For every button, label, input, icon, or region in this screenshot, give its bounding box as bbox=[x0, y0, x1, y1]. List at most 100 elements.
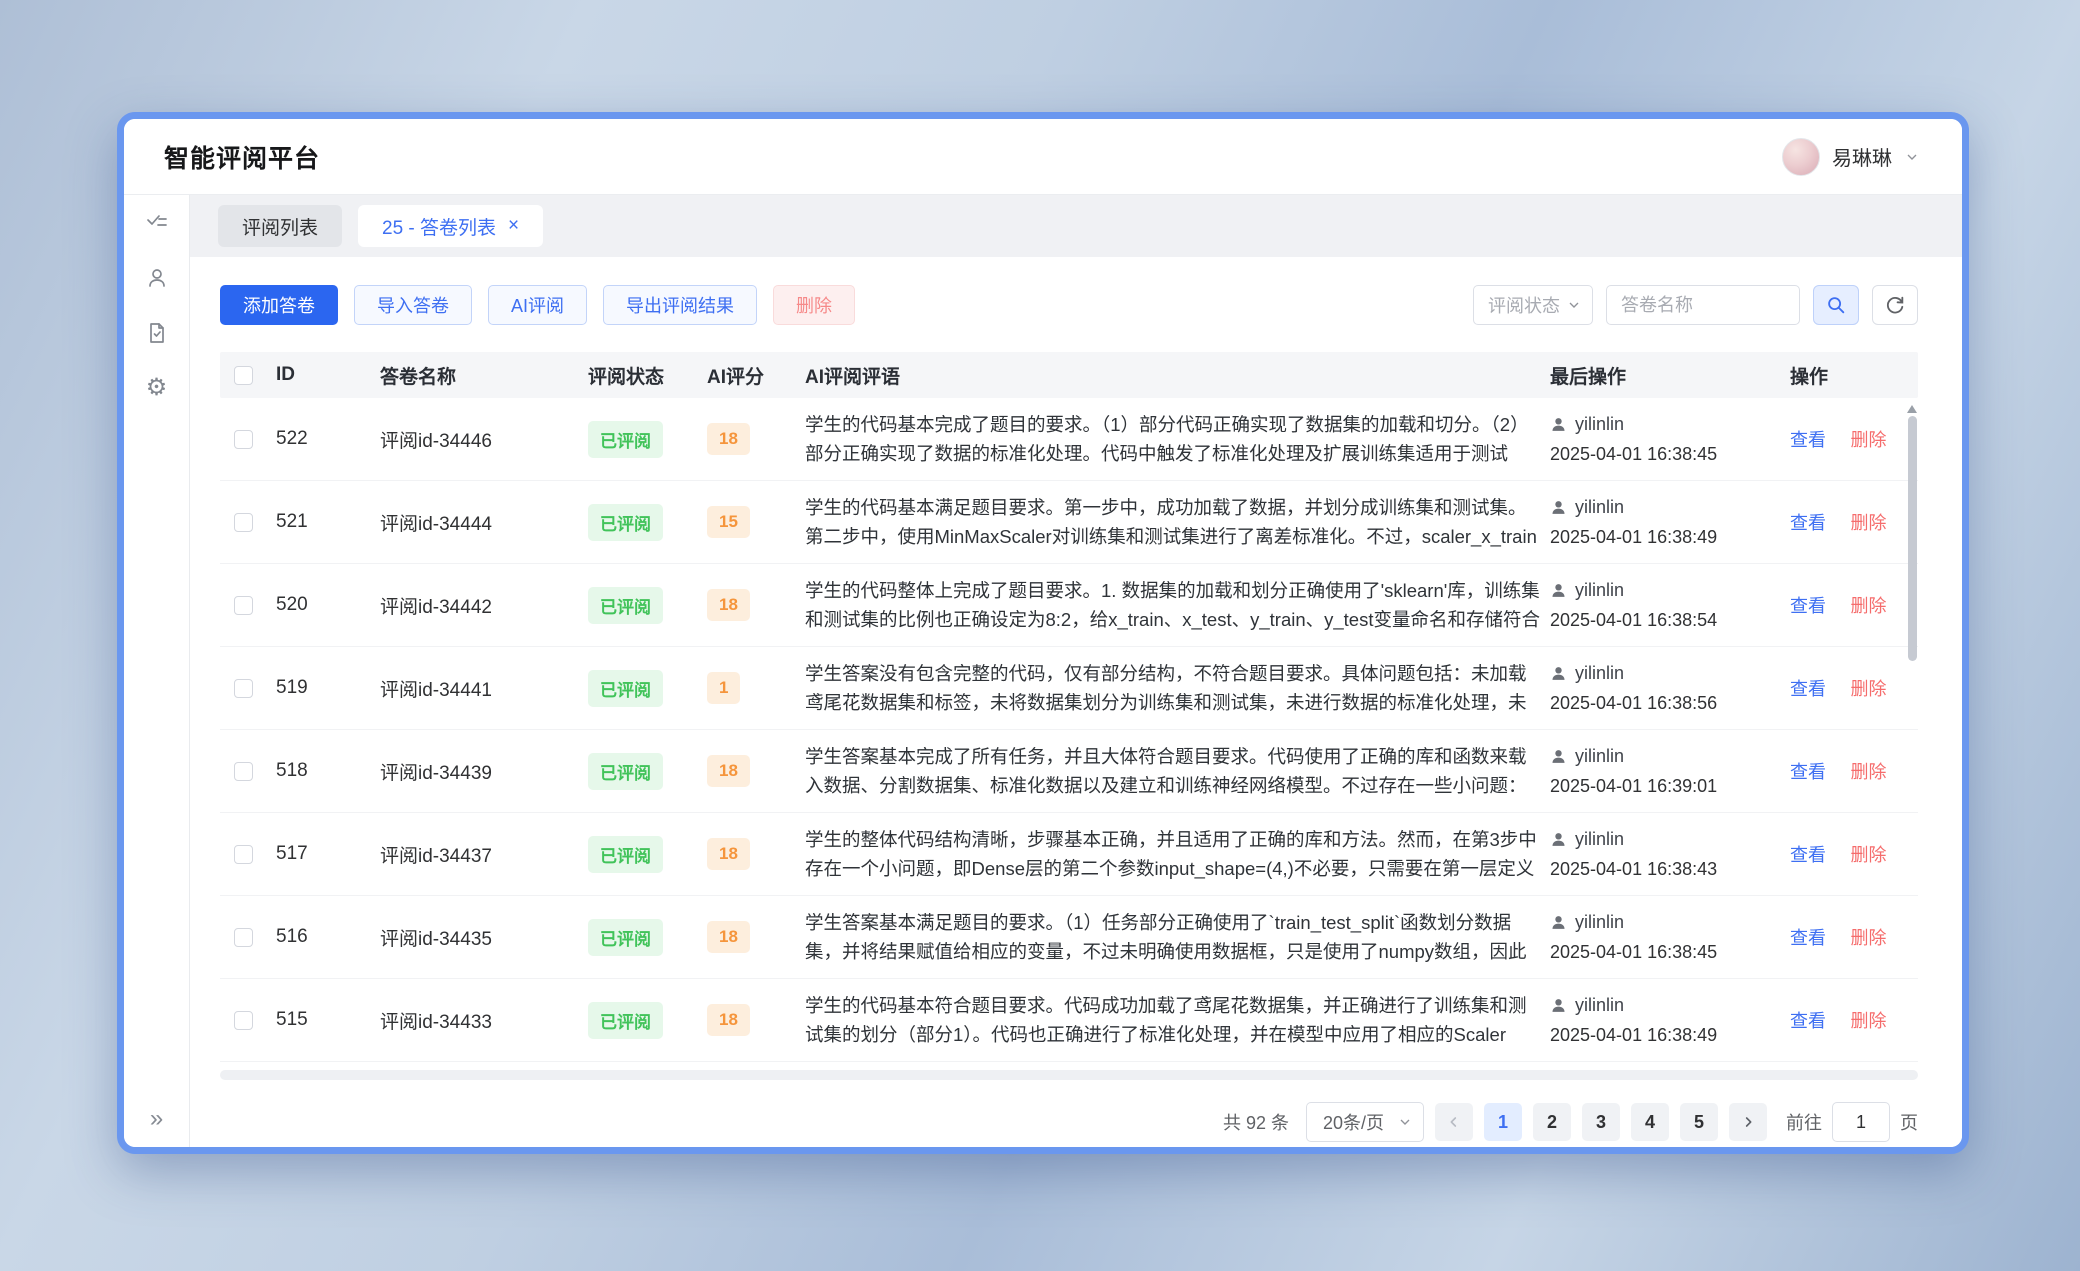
status-badge: 已评阅 bbox=[588, 753, 663, 790]
view-link[interactable]: 查看 bbox=[1790, 679, 1826, 699]
app-window: 智能评阅平台 易琳琳 ⚙ » 评阅列表 25 - 答卷列表 × bbox=[117, 112, 1969, 1154]
search-button[interactable] bbox=[1813, 285, 1859, 325]
page-button-5[interactable]: 5 bbox=[1680, 1103, 1718, 1141]
delete-link[interactable]: 删除 bbox=[1850, 430, 1886, 450]
delete-link[interactable]: 删除 bbox=[1850, 845, 1886, 865]
delete-link[interactable]: 删除 bbox=[1850, 679, 1886, 699]
add-answer-button[interactable]: 添加答卷 bbox=[220, 285, 338, 325]
toolbar: 添加答卷 导入答卷 AI评阅 导出评阅结果 删除 评阅状态 bbox=[220, 285, 1918, 325]
goto-page-input[interactable] bbox=[1832, 1102, 1890, 1142]
review-list-icon[interactable] bbox=[145, 211, 169, 235]
row-checkbox[interactable] bbox=[234, 679, 253, 698]
status-filter-select[interactable]: 评阅状态 bbox=[1473, 285, 1593, 325]
row-checkbox[interactable] bbox=[234, 596, 253, 615]
delete-link[interactable]: 删除 bbox=[1850, 513, 1886, 533]
view-link[interactable]: 查看 bbox=[1790, 1011, 1826, 1031]
user-icon[interactable] bbox=[145, 266, 169, 290]
row-name: 评阅id-34435 bbox=[380, 924, 588, 951]
close-icon[interactable]: × bbox=[508, 215, 519, 237]
operation-time: 2025-04-01 16:38:49 bbox=[1550, 1025, 1780, 1046]
avatar[interactable] bbox=[1782, 138, 1820, 176]
search-icon bbox=[1825, 294, 1847, 316]
delete-link[interactable]: 删除 bbox=[1850, 596, 1886, 616]
operator-name: yilinlin bbox=[1575, 663, 1624, 684]
table-row: 517 评阅id-34437 已评阅 18 学生的整体代码结构清晰，步骤基本正确… bbox=[220, 813, 1918, 896]
refresh-button[interactable] bbox=[1872, 285, 1918, 325]
answers-table: ID 答卷名称 评阅状态 AI评分 AI评阅评语 最后操作 操作 522 评阅i… bbox=[220, 352, 1918, 1080]
row-checkbox[interactable] bbox=[234, 430, 253, 449]
person-icon bbox=[1550, 665, 1567, 682]
document-check-icon[interactable] bbox=[145, 321, 169, 345]
operation-time: 2025-04-01 16:38:43 bbox=[1550, 859, 1780, 880]
view-link[interactable]: 查看 bbox=[1790, 762, 1826, 782]
delete-link[interactable]: 删除 bbox=[1850, 1011, 1886, 1031]
select-all-checkbox[interactable] bbox=[234, 366, 253, 385]
horizontal-scrollbar[interactable] bbox=[220, 1070, 1918, 1080]
view-link[interactable]: 查看 bbox=[1790, 845, 1826, 865]
next-page-button[interactable] bbox=[1729, 1103, 1767, 1141]
page-button-4[interactable]: 4 bbox=[1631, 1103, 1669, 1141]
ai-comment: 学生的代码基本符合题目要求。代码成功加载了鸢尾花数据集，并正确进行了训练集和测试… bbox=[805, 991, 1540, 1049]
score-badge: 18 bbox=[707, 423, 750, 455]
row-checkbox[interactable] bbox=[234, 513, 253, 532]
ai-review-button[interactable]: AI评阅 bbox=[488, 285, 587, 325]
score-badge: 1 bbox=[707, 672, 740, 704]
delete-link[interactable]: 删除 bbox=[1850, 928, 1886, 948]
prev-page-button[interactable] bbox=[1435, 1103, 1473, 1141]
row-checkbox[interactable] bbox=[234, 1011, 253, 1030]
operator-name: yilinlin bbox=[1575, 414, 1624, 435]
view-link[interactable]: 查看 bbox=[1790, 513, 1826, 533]
row-name: 评阅id-34441 bbox=[380, 675, 588, 702]
operation-time: 2025-04-01 16:38:45 bbox=[1550, 942, 1780, 963]
row-name: 评阅id-34439 bbox=[380, 758, 588, 785]
row-checkbox[interactable] bbox=[234, 928, 253, 947]
ai-comment: 学生的代码基本满足题目要求。第一步中，成功加载了数据，并划分成训练集和测试集。第… bbox=[805, 493, 1540, 551]
tab-strip: 评阅列表 25 - 答卷列表 × bbox=[190, 195, 1962, 257]
export-result-button[interactable]: 导出评阅结果 bbox=[603, 285, 757, 325]
operation-time: 2025-04-01 16:38:49 bbox=[1550, 527, 1780, 548]
row-name: 评阅id-34433 bbox=[380, 1007, 588, 1034]
row-checkbox[interactable] bbox=[234, 845, 253, 864]
import-answer-button[interactable]: 导入答卷 bbox=[354, 285, 472, 325]
person-icon bbox=[1550, 831, 1567, 848]
status-badge: 已评阅 bbox=[588, 919, 663, 956]
vertical-scrollbar[interactable] bbox=[1908, 416, 1917, 661]
row-id: 519 bbox=[276, 677, 380, 699]
search-input[interactable] bbox=[1606, 285, 1800, 325]
delete-button[interactable]: 删除 bbox=[773, 285, 855, 325]
tab-review-list[interactable]: 评阅列表 bbox=[218, 205, 342, 247]
scroll-up-arrow[interactable] bbox=[1907, 400, 1917, 413]
chevron-down-icon bbox=[1566, 297, 1582, 313]
score-badge: 18 bbox=[707, 755, 750, 787]
delete-link[interactable]: 删除 bbox=[1850, 762, 1886, 782]
table-row: 516 评阅id-34435 已评阅 18 学生答案基本满足题目的要求。（1）任… bbox=[220, 896, 1918, 979]
table-row: 520 评阅id-34442 已评阅 18 学生的代码整体上完成了题目要求。1.… bbox=[220, 564, 1918, 647]
table-header-row: ID 答卷名称 评阅状态 AI评分 AI评阅评语 最后操作 操作 bbox=[220, 352, 1918, 398]
score-badge: 18 bbox=[707, 1004, 750, 1036]
ai-comment: 学生的整体代码结构清晰，步骤基本正确，并且适用了正确的库和方法。然而，在第3步中… bbox=[805, 825, 1540, 883]
view-link[interactable]: 查看 bbox=[1790, 596, 1826, 616]
view-link[interactable]: 查看 bbox=[1790, 928, 1826, 948]
page-title: 智能评阅平台 bbox=[164, 139, 320, 175]
sidebar-collapse-icon[interactable]: » bbox=[150, 1105, 163, 1133]
operator-name: yilinlin bbox=[1575, 829, 1624, 850]
ai-comment: 学生答案没有包含完整的代码，仅有部分结构，不符合题目要求。具体问题包括：未加载鸢… bbox=[805, 659, 1540, 717]
page-size-select[interactable]: 20条/页 bbox=[1306, 1102, 1424, 1142]
status-badge: 已评阅 bbox=[588, 836, 663, 873]
row-name: 评阅id-34446 bbox=[380, 426, 588, 453]
row-checkbox[interactable] bbox=[234, 762, 253, 781]
page-button-1[interactable]: 1 bbox=[1484, 1103, 1522, 1141]
page-button-3[interactable]: 3 bbox=[1582, 1103, 1620, 1141]
view-link[interactable]: 查看 bbox=[1790, 430, 1826, 450]
row-id: 521 bbox=[276, 511, 380, 533]
app-header: 智能评阅平台 易琳琳 bbox=[124, 119, 1962, 195]
page-button-2[interactable]: 2 bbox=[1533, 1103, 1571, 1141]
operator-name: yilinlin bbox=[1575, 746, 1624, 767]
status-badge: 已评阅 bbox=[588, 670, 663, 707]
tab-answer-list[interactable]: 25 - 答卷列表 × bbox=[358, 205, 543, 247]
person-icon bbox=[1550, 582, 1567, 599]
person-icon bbox=[1550, 499, 1567, 516]
gear-icon[interactable]: ⚙ bbox=[146, 376, 168, 400]
user-menu[interactable]: 易琳琳 bbox=[1782, 138, 1920, 176]
ai-comment: 学生的代码基本完成了题目的要求。（1）部分代码正确实现了数据集的加载和切分。（2… bbox=[805, 410, 1540, 468]
